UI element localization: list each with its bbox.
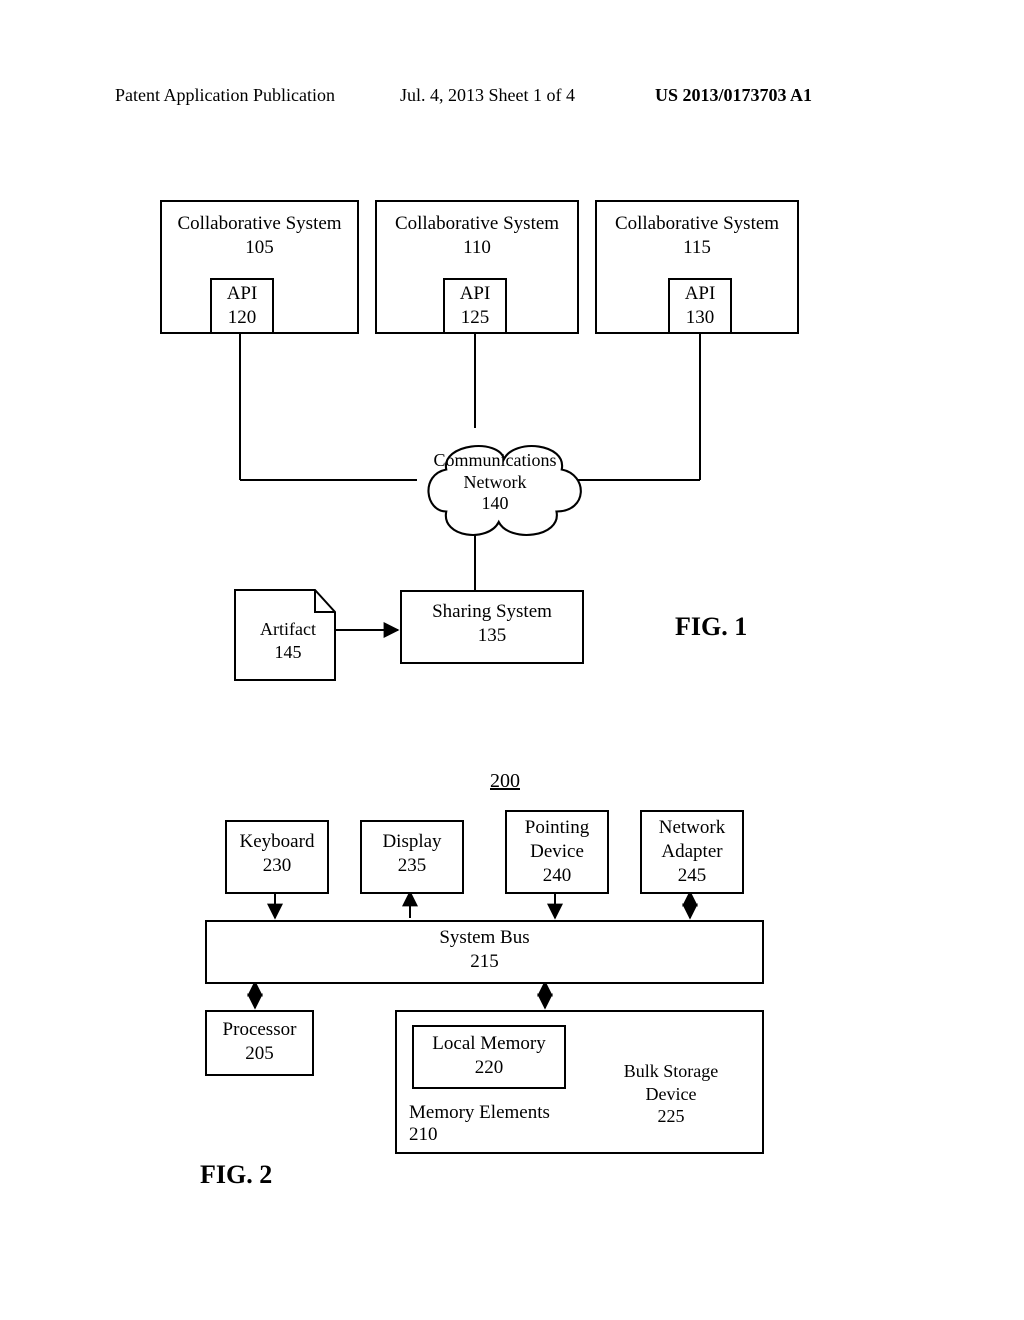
fig2-localmem: Local Memory 220	[412, 1025, 566, 1089]
fig2-memelem-num: 210	[409, 1124, 438, 1146]
fig2-localmem-num: 220	[414, 1056, 564, 1080]
fig2-display: Display 235	[360, 820, 464, 894]
fig2-processor-title: Processor	[207, 1018, 312, 1042]
fig2-keyboard-num: 230	[227, 854, 327, 878]
fig2-bulk: Bulk Storage Device 225	[612, 1060, 730, 1128]
fig2-bulk-sub: Device	[646, 1084, 697, 1104]
fig2-pointing-title: Pointing	[507, 816, 607, 840]
fig2-label: FIG. 2	[200, 1160, 272, 1190]
fig2-processor-num: 205	[207, 1042, 312, 1066]
fig2-bulk-num: 225	[658, 1106, 685, 1126]
page: Patent Application Publication Jul. 4, 2…	[0, 0, 1024, 1320]
fig2-processor: Processor 205	[205, 1010, 314, 1076]
fig2-keyboard: Keyboard 230	[225, 820, 329, 894]
fig2-keyboard-title: Keyboard	[227, 830, 327, 854]
fig2-display-num: 235	[362, 854, 462, 878]
fig2-netadapter: Network Adapter 245	[640, 810, 744, 894]
fig2-bus-num: 215	[207, 950, 762, 974]
fig2-pointing-sub: Device	[507, 840, 607, 864]
fig2-bulk-title: Bulk Storage	[624, 1061, 719, 1081]
fig2-netadapter-sub: Adapter	[642, 840, 742, 864]
fig2-pointing: Pointing Device 240	[505, 810, 609, 894]
fig2-netadapter-num: 245	[642, 864, 742, 888]
fig2-bus-title: System Bus	[207, 926, 762, 950]
fig2-memelem-title: Memory Elements	[409, 1102, 550, 1124]
fig2-display-title: Display	[362, 830, 462, 854]
fig2-localmem-title: Local Memory	[414, 1032, 564, 1056]
fig2-pointing-num: 240	[507, 864, 607, 888]
fig2-netadapter-title: Network	[642, 816, 742, 840]
fig2-bus: System Bus 215	[205, 920, 764, 984]
